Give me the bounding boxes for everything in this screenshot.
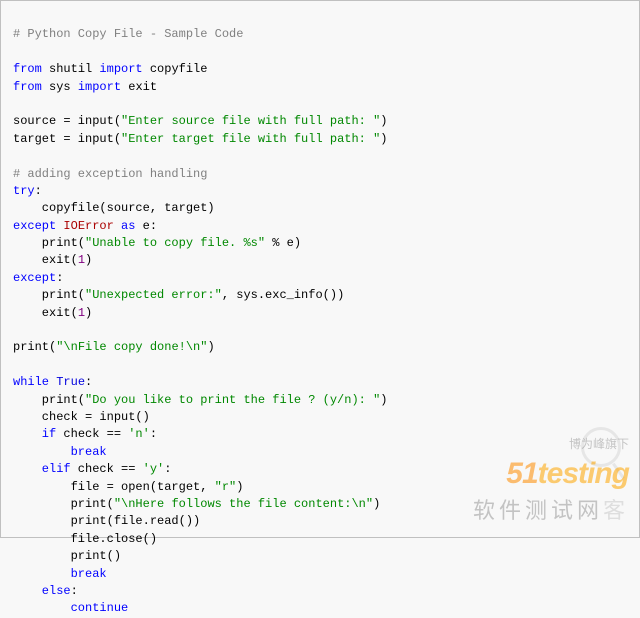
comment-exc: # adding exception handling bbox=[13, 167, 207, 181]
str-unable: "Unable to copy file. %s" bbox=[85, 236, 265, 250]
str-source: "Enter source file with full path: " bbox=[121, 114, 380, 128]
mod-sys: sys bbox=[42, 80, 78, 94]
kw-try: try bbox=[13, 184, 35, 198]
str-y: 'y' bbox=[143, 462, 165, 476]
kw-break: break bbox=[13, 567, 107, 581]
kw-true: True bbox=[49, 375, 85, 389]
print-call: print( bbox=[13, 288, 85, 302]
excinfo: , sys.exc_info()) bbox=[222, 288, 344, 302]
fn-copyfile: copyfile bbox=[143, 62, 208, 76]
ioerror: IOError bbox=[56, 219, 121, 233]
kw-import: import bbox=[99, 62, 142, 76]
kw-continue: continue bbox=[13, 601, 128, 615]
paren: ) bbox=[85, 306, 92, 320]
check-assign: check = input() bbox=[13, 410, 150, 424]
str-r: "r" bbox=[215, 480, 237, 494]
magnifier-icon bbox=[581, 427, 621, 467]
str-follows: "\nHere follows the file content:\n" bbox=[114, 497, 373, 511]
kw-except: except bbox=[13, 219, 56, 233]
paren: ) bbox=[380, 114, 387, 128]
exit-call: exit( bbox=[13, 253, 78, 267]
kw-from: from bbox=[13, 80, 42, 94]
colon: : bbox=[85, 375, 92, 389]
comment-title: # Python Copy File - Sample Code bbox=[13, 27, 243, 41]
str-unexpected: "Unexpected error:" bbox=[85, 288, 222, 302]
mod-shutil: shutil bbox=[42, 62, 100, 76]
paren: ) bbox=[380, 393, 387, 407]
paren: ) bbox=[373, 497, 380, 511]
file-close: file.close() bbox=[13, 532, 157, 546]
cond: check == bbox=[56, 427, 128, 441]
code-block: # Python Copy File - Sample Code from sh… bbox=[13, 9, 627, 618]
kw-else: else bbox=[13, 584, 71, 598]
num-1: 1 bbox=[78, 306, 85, 320]
kw-elif: elif bbox=[13, 462, 71, 476]
tgt-assign: target = input( bbox=[13, 132, 121, 146]
paren: ) bbox=[236, 480, 243, 494]
kw-while: while bbox=[13, 375, 49, 389]
str-prompt: "Do you like to print the file ? (y/n): … bbox=[85, 393, 380, 407]
print-read: print(file.read()) bbox=[13, 514, 200, 528]
exit-call: exit( bbox=[13, 306, 78, 320]
paren: ) bbox=[85, 253, 92, 267]
num-1: 1 bbox=[78, 253, 85, 267]
open-call: file = open(target, bbox=[13, 480, 215, 494]
kw-break: break bbox=[13, 445, 107, 459]
cond: check == bbox=[71, 462, 143, 476]
colon: : bbox=[71, 584, 78, 598]
str-done: "\nFile copy done!\n" bbox=[56, 340, 207, 354]
paren: ) bbox=[380, 132, 387, 146]
kw-import: import bbox=[78, 80, 121, 94]
print-call: print( bbox=[13, 340, 56, 354]
src-assign: source = input( bbox=[13, 114, 121, 128]
print-call: print( bbox=[13, 497, 114, 511]
kw-if: if bbox=[13, 427, 56, 441]
print-call: print( bbox=[13, 393, 85, 407]
colon: : bbox=[35, 184, 42, 198]
var-e: e: bbox=[135, 219, 157, 233]
colon: : bbox=[150, 427, 157, 441]
colon: : bbox=[56, 271, 63, 285]
colon: : bbox=[164, 462, 171, 476]
print-empty: print() bbox=[13, 549, 121, 563]
kw-except: except bbox=[13, 271, 56, 285]
kw-as: as bbox=[121, 219, 135, 233]
call-copyfile: copyfile(source, target) bbox=[13, 201, 215, 215]
fn-exit: exit bbox=[121, 80, 157, 94]
str-n: 'n' bbox=[128, 427, 150, 441]
print-call: print( bbox=[13, 236, 85, 250]
fmt-e: % e) bbox=[265, 236, 301, 250]
kw-from: from bbox=[13, 62, 42, 76]
paren: ) bbox=[207, 340, 214, 354]
str-target: "Enter target file with full path: " bbox=[121, 132, 380, 146]
